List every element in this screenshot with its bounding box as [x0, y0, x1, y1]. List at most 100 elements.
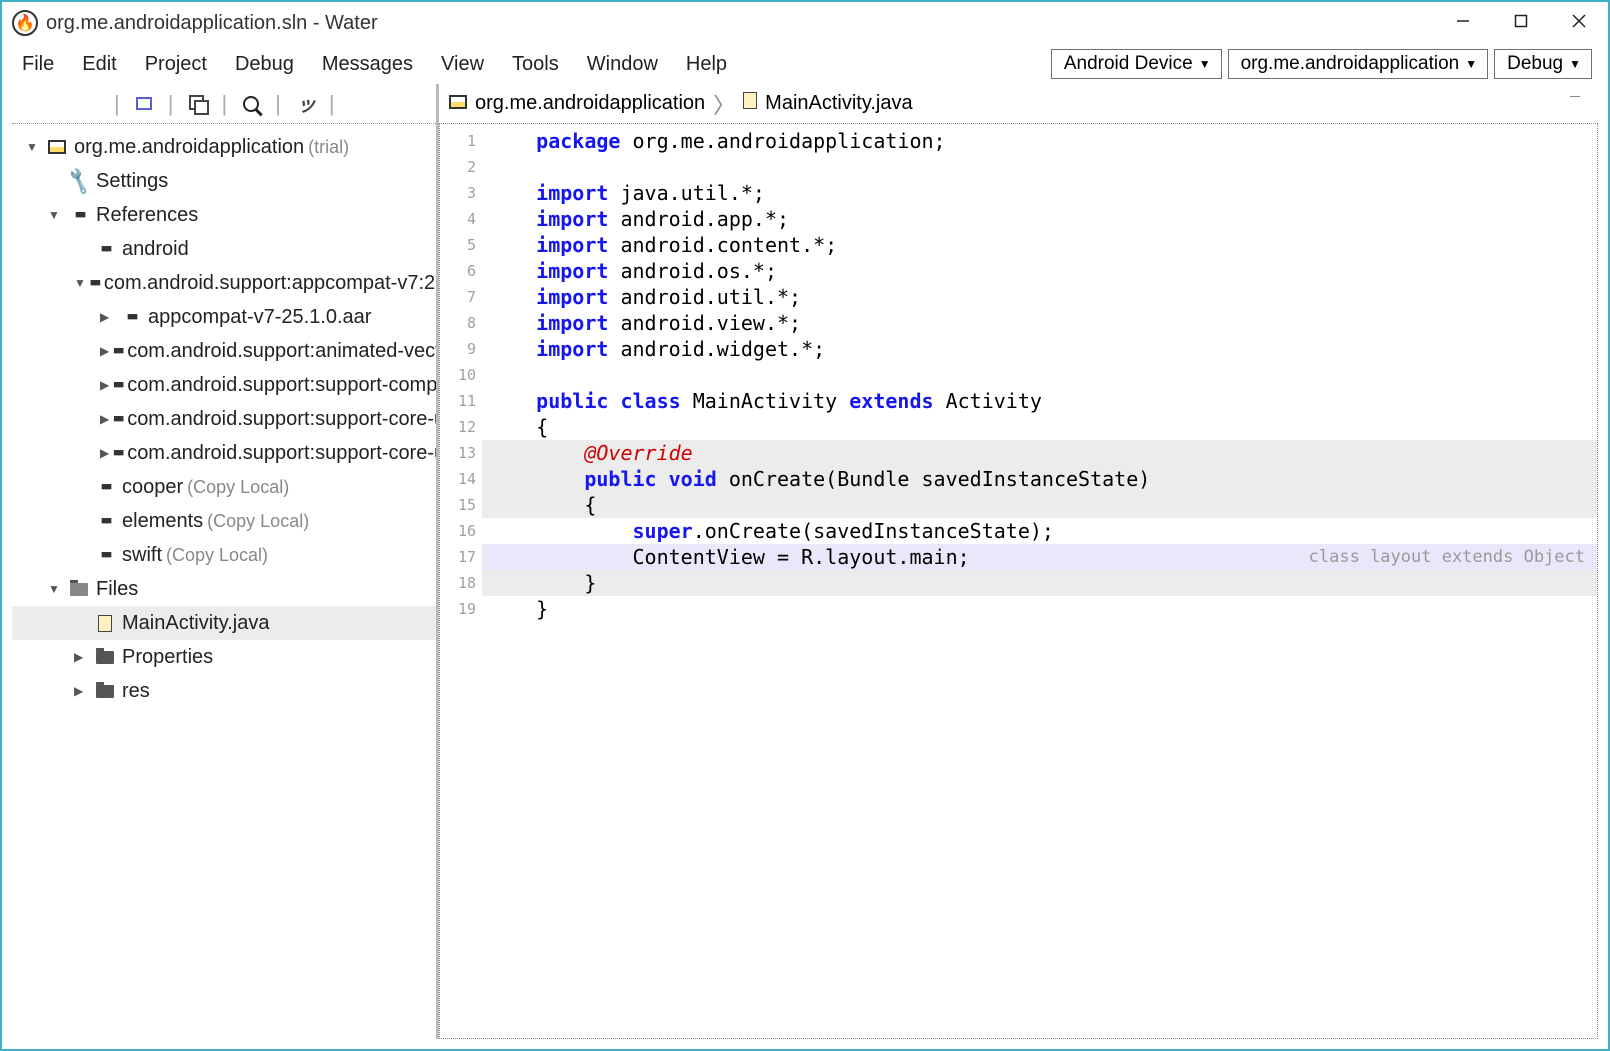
project-selector[interactable]: org.me.androidapplication▼ [1228, 49, 1489, 79]
code-line[interactable]: import android.widget.*; [482, 336, 1597, 362]
duplicate-icon[interactable] [185, 92, 209, 116]
chevron-down-icon: ▼ [48, 208, 64, 222]
code-line[interactable]: { [482, 492, 1597, 518]
editor: org.me.androidapplication 〉 MainActivity… [436, 84, 1598, 1039]
solution-explorer: | | | | ッ | ▼ org.me.androidapplication … [12, 84, 436, 1039]
search-icon[interactable] [239, 92, 263, 116]
config-selector[interactable]: Debug▼ [1494, 49, 1592, 79]
reference-icon: ■-■ [113, 413, 121, 425]
code-line[interactable]: } [482, 596, 1597, 622]
chevron-right-icon: ▶ [100, 310, 116, 324]
reference-icon: ■-■ [94, 243, 116, 255]
tab-close-marker[interactable] [1568, 94, 1588, 114]
menu-window[interactable]: Window [573, 47, 672, 82]
breadcrumb: org.me.androidapplication 〉 MainActivity… [439, 84, 1598, 124]
code-line[interactable]: super.onCreate(savedInstanceState); [482, 518, 1597, 544]
tree-label: appcompat-v7-25.1.0.aar [148, 306, 371, 329]
menu-edit[interactable]: Edit [68, 47, 130, 82]
tree-suffix: (Copy Local) [207, 511, 309, 532]
code-line[interactable]: import android.view.*; [482, 310, 1597, 336]
file-icon [743, 92, 757, 115]
tree-suffix: (Copy Local) [187, 477, 289, 498]
tree-ref-support1[interactable]: ▶ ■-■ com.android.support:support-compat… [12, 368, 436, 402]
tree-label: References [96, 204, 198, 227]
code-line[interactable]: import android.os.*; [482, 258, 1597, 284]
tree-res[interactable]: ▶ res [12, 674, 436, 708]
tree-settings[interactable]: 🔧 Settings [12, 164, 436, 198]
device-selector[interactable]: Android Device▼ [1051, 49, 1222, 79]
line-number: 19 [440, 596, 482, 622]
tree-ref-elements[interactable]: ■-■ elements (Copy Local) [12, 504, 436, 538]
tree-ref-appcompat-group[interactable]: ▼ ■-■ com.android.support:appcompat-v7:2… [12, 266, 436, 300]
tree-ref-anim[interactable]: ▶ ■-■ com.android.support:animated-vecto… [12, 334, 436, 368]
divider: | [329, 91, 335, 117]
wrench-icon: 🔧 [64, 165, 93, 196]
tree-ref-support3[interactable]: ▶ ■-■ com.android.support:support-core-u… [12, 436, 436, 470]
reference-icon: ■-■ [94, 515, 116, 527]
file-icon [94, 615, 116, 632]
close-button[interactable] [1550, 2, 1608, 40]
app-icon: 🔥 [12, 10, 38, 36]
tree-label: swift [122, 544, 162, 567]
tree-project-root[interactable]: ▼ org.me.androidapplication (trial) [12, 130, 436, 164]
minimize-button[interactable] [1434, 2, 1492, 40]
code-line[interactable]: public class MainActivity extends Activi… [482, 388, 1597, 414]
tree-ref-cooper[interactable]: ■-■ cooper (Copy Local) [12, 470, 436, 504]
tree-label: Properties [122, 646, 213, 669]
code-line[interactable]: import android.content.*; [482, 232, 1597, 258]
code-line[interactable]: { [482, 414, 1597, 440]
code-line[interactable]: import android.app.*; [482, 206, 1597, 232]
code-line[interactable]: package org.me.androidapplication; [482, 128, 1597, 154]
breadcrumb-project[interactable]: org.me.androidapplication [475, 92, 705, 115]
code-line[interactable] [482, 362, 1597, 388]
menu-tools[interactable]: Tools [498, 47, 573, 82]
caret-down-icon: ▼ [1199, 57, 1211, 71]
titlebar: 🔥 org.me.androidapplication.sln - Water [2, 2, 1608, 44]
menu-help[interactable]: Help [672, 47, 741, 82]
tree-label: org.me.androidapplication [74, 136, 304, 159]
tree-properties[interactable]: ▶ Properties [12, 640, 436, 674]
code-line[interactable]: import java.util.*; [482, 180, 1597, 206]
tree-ref-support2[interactable]: ▶ ■-■ com.android.support:support-core-u… [12, 402, 436, 436]
caret-down-icon: ▼ [1569, 57, 1581, 71]
reference-icon: ■-■ [90, 277, 98, 289]
code-line[interactable]: public void onCreate(Bundle savedInstanc… [482, 466, 1597, 492]
menu-messages[interactable]: Messages [308, 47, 427, 82]
tree-file-mainactivity[interactable]: MainActivity.java [12, 606, 436, 640]
menu-file[interactable]: File [8, 47, 68, 82]
line-number: 2 [440, 154, 482, 180]
tree-files[interactable]: ▼ Files [12, 572, 436, 606]
menu-view[interactable]: View [427, 47, 498, 82]
tree-ref-swift[interactable]: ■-■ swift (Copy Local) [12, 538, 436, 572]
maximize-button[interactable] [1492, 2, 1550, 40]
code-line[interactable] [482, 154, 1597, 180]
tree-suffix: (trial) [308, 137, 349, 158]
quick-actions-icon[interactable]: ッ [293, 92, 317, 116]
chevron-right-icon: ▶ [100, 378, 109, 392]
folder-icon [94, 685, 116, 698]
code-area[interactable]: 12345678910111213141516171819 package or… [439, 124, 1598, 1039]
references-icon: ■-■ [68, 209, 90, 221]
code-text[interactable]: package org.me.androidapplication; impor… [482, 124, 1597, 1038]
gutter: 12345678910111213141516171819 [440, 124, 482, 1038]
code-line[interactable]: ContentView = R.layout.main;class layout… [482, 544, 1597, 570]
select-rect-icon[interactable] [132, 92, 156, 116]
tree-ref-appcompat-aar[interactable]: ▶ ■-■ appcompat-v7-25.1.0.aar [12, 300, 436, 334]
menu-debug[interactable]: Debug [221, 47, 308, 82]
folder-icon [94, 651, 116, 664]
tree-label: Settings [96, 170, 168, 193]
code-line[interactable]: } [482, 570, 1597, 596]
line-number: 4 [440, 206, 482, 232]
code-line[interactable]: import android.util.*; [482, 284, 1597, 310]
line-number: 16 [440, 518, 482, 544]
app-window: 🔥 org.me.androidapplication.sln - Water … [0, 0, 1610, 1051]
line-number: 13 [440, 440, 482, 466]
code-line[interactable]: @Override [482, 440, 1597, 466]
tree-ref-android[interactable]: ■-■ android [12, 232, 436, 266]
tree-references[interactable]: ▼ ■-■ References [12, 198, 436, 232]
project-tree: ▼ org.me.androidapplication (trial) 🔧 Se… [12, 124, 436, 1039]
breadcrumb-file[interactable]: MainActivity.java [765, 92, 912, 115]
menu-project[interactable]: Project [131, 47, 221, 82]
chevron-right-icon: ▶ [74, 650, 90, 664]
project-icon [46, 140, 68, 154]
